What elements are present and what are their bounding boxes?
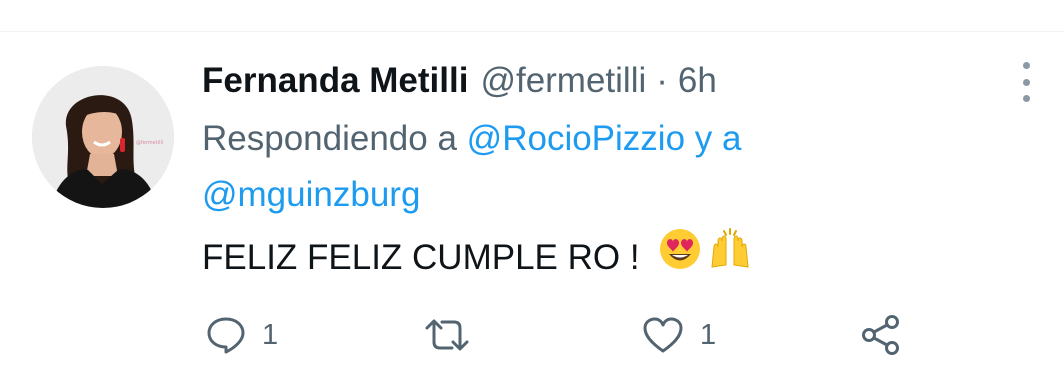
reply-prefix: Respondiendo a	[202, 119, 457, 158]
heart-icon	[643, 317, 683, 353]
tweet-content: Fernanda Metilli @fermetilli · 6h Respon…	[202, 55, 1022, 288]
like-count: 1	[700, 318, 717, 351]
retweet-icon	[425, 319, 469, 351]
tweet-header: Fernanda Metilli @fermetilli · 6h	[202, 55, 1022, 107]
reply-button[interactable]: 1	[206, 316, 278, 354]
top-divider	[0, 31, 1064, 32]
reply-context: Respondiendo a @RocioPizzio y a @mguinzb…	[202, 111, 1022, 223]
avatar-photo: @fermetilli	[32, 66, 174, 208]
reply-mention-2[interactable]: @mguinzburg	[202, 175, 420, 214]
author-name[interactable]: Fernanda Metilli	[202, 55, 468, 107]
avatar[interactable]: @fermetilli	[32, 66, 174, 208]
reply-icon	[207, 317, 245, 354]
reply-mention-1[interactable]: @RocioPizzio	[467, 119, 685, 158]
tweet-body: FELIZ FELIZ CUMPLE RO !	[202, 237, 640, 277]
more-options-icon[interactable]	[1012, 62, 1040, 102]
retweet-button[interactable]	[424, 318, 486, 352]
reply-conjunction[interactable]: y a	[695, 119, 742, 158]
tweet-actions: 1 1	[0, 312, 1064, 356]
share-icon	[862, 315, 899, 355]
svg-text:@fermetilli: @fermetilli	[136, 140, 163, 146]
like-button[interactable]: 1	[642, 316, 716, 354]
heart-eyes-emoji	[658, 227, 702, 288]
tweet-time[interactable]: 6h	[678, 55, 717, 107]
reply-count: 1	[262, 318, 279, 351]
tweet-text: FELIZ FELIZ CUMPLE RO !	[202, 227, 1022, 288]
raising-hands-emoji	[706, 227, 754, 288]
share-button[interactable]	[860, 314, 902, 356]
separator-dot: ·	[656, 61, 668, 100]
author-handle[interactable]: @fermetilli	[480, 55, 646, 107]
